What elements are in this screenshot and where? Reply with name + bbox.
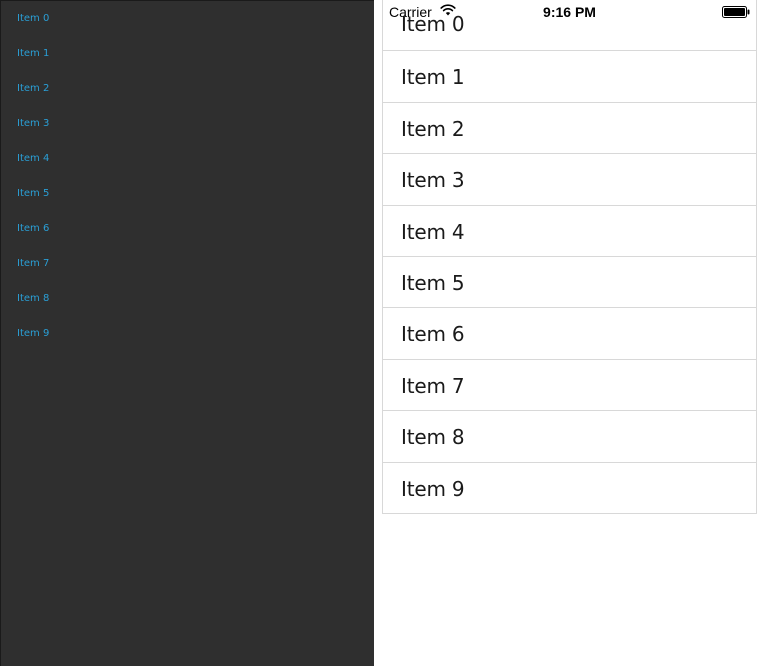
table-row-label: Item 3 <box>401 168 465 193</box>
table-row-label: Item 2 <box>401 116 465 141</box>
left-list-item[interactable]: Item 7 <box>17 258 49 293</box>
table-row[interactable]: Item 1 <box>383 51 756 103</box>
left-item-list: Item 0 Item 1 Item 2 Item 3 Item 4 Item … <box>17 13 49 363</box>
simulator-screen: Carrier 9:16 PM Item 0 Item 1 Item 2 Ite… <box>382 0 757 666</box>
table-row[interactable]: Item 5 <box>383 256 756 309</box>
table-row[interactable]: Item 6 <box>383 308 756 360</box>
left-list-item[interactable]: Item 0 <box>17 13 49 48</box>
status-time: 9:16 PM <box>543 4 596 20</box>
table-row-label: Item 5 <box>401 270 465 295</box>
table-row-label: Item 6 <box>401 322 465 347</box>
table-row-label: Item 7 <box>401 373 465 398</box>
status-bar: Carrier 9:16 PM <box>382 0 757 22</box>
table-row[interactable]: Item 4 <box>383 205 756 257</box>
left-list-item[interactable]: Item 1 <box>17 48 49 83</box>
table-row-label: Item 1 <box>401 65 465 90</box>
left-list-item[interactable]: Item 3 <box>17 118 49 153</box>
table-row[interactable]: Item 3 <box>383 154 756 206</box>
left-list-item[interactable]: Item 6 <box>17 223 49 258</box>
left-list-item[interactable]: Item 2 <box>17 83 49 118</box>
table-row[interactable]: Item 8 <box>383 411 756 463</box>
table-row[interactable]: Item 2 <box>383 102 756 155</box>
screen: Item 0 Item 1 Item 2 Item 3 Item 4 Item … <box>0 0 758 666</box>
table-row-label: Item 8 <box>401 425 465 450</box>
table-row[interactable]: Item 7 <box>383 359 756 412</box>
table-row-label: Item 9 <box>401 476 465 501</box>
table-row[interactable]: Item 9 <box>383 462 756 514</box>
left-list-item[interactable]: Item 4 <box>17 153 49 188</box>
left-list-item[interactable]: Item 8 <box>17 293 49 328</box>
table-row-label: Item 4 <box>401 219 465 244</box>
left-panel: Item 0 Item 1 Item 2 Item 3 Item 4 Item … <box>0 0 374 666</box>
battery-full-icon <box>722 6 750 18</box>
left-list-item[interactable]: Item 5 <box>17 188 49 223</box>
table-view[interactable]: Item 0 Item 1 Item 2 Item 3 Item 4 Item … <box>382 0 757 514</box>
left-list-item[interactable]: Item 9 <box>17 328 49 363</box>
